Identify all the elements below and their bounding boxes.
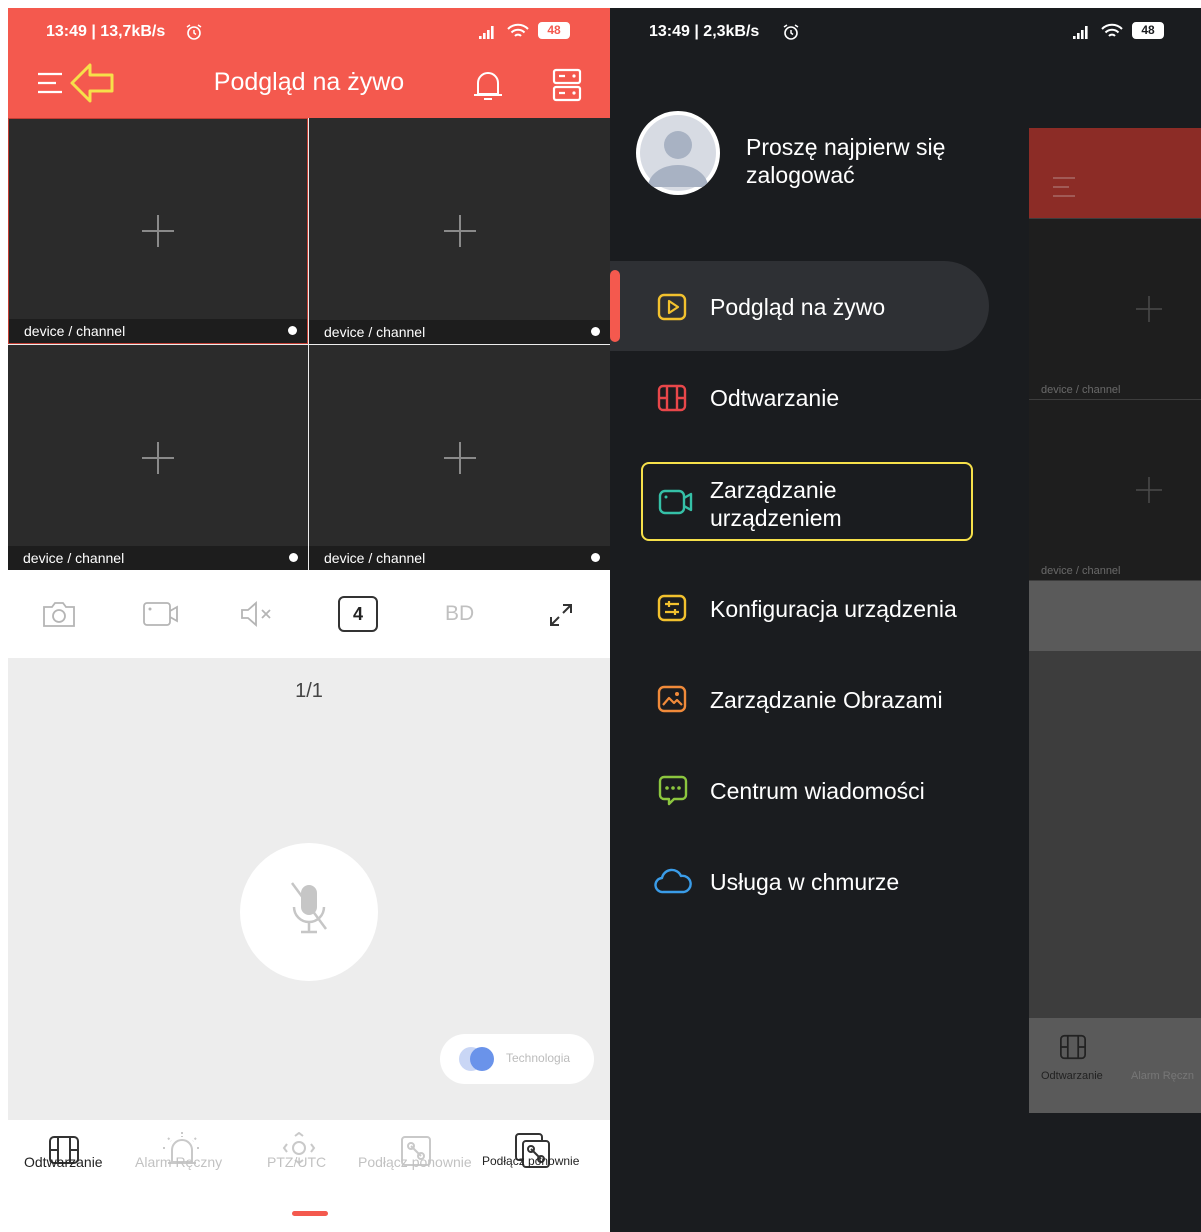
battery-indicator: 48	[538, 22, 570, 39]
menu-label: Konfiguracja urządzenia	[710, 596, 957, 622]
dimmed-cell-label: device / channel	[1041, 565, 1121, 577]
snapshot-camera-icon[interactable]	[42, 600, 76, 628]
menu-label: Zarządzanie urządzeniem	[710, 477, 842, 531]
page-title: Podgląd na żywo	[213, 68, 405, 96]
film-icon	[657, 384, 687, 412]
dimmed-cell: device / channel	[1029, 219, 1201, 399]
menu-item-playback[interactable]: Odtwarzanie	[610, 351, 989, 441]
menu-label: Podgląd na żywo	[710, 294, 886, 320]
menu-item-message-center[interactable]: Centrum wiadomości	[610, 745, 989, 835]
menu-item-image-management[interactable]: Zarządzanie Obrazami	[610, 654, 989, 744]
quality-button[interactable]: BD	[445, 602, 474, 626]
image-icon	[657, 685, 687, 713]
dimmed-plus-icon	[1136, 477, 1162, 503]
technology-badge: Technologia	[440, 1034, 594, 1084]
fullscreen-icon[interactable]	[548, 602, 574, 628]
dimmed-cell: device / channel	[1029, 400, 1201, 580]
add-channel-icon[interactable]	[141, 214, 175, 248]
menu-label: Centrum wiadomości	[710, 778, 925, 804]
navigation-drawer-screen: device / channel device / channel Odtwar…	[610, 8, 1201, 1232]
page-indicator: 1/1	[295, 680, 323, 702]
dimmed-app-behind: device / channel device / channel Odtwar…	[1029, 128, 1201, 1113]
add-channel-icon[interactable]	[443, 441, 477, 475]
active-tab-indicator	[292, 1211, 328, 1216]
user-placeholder-icon	[640, 115, 716, 191]
signal-icon	[1072, 24, 1092, 40]
cell-label: device / channel	[23, 550, 125, 566]
menu-label: Odtwarzanie	[710, 385, 840, 411]
dimmed-film-icon	[1060, 1034, 1086, 1060]
add-channel-icon[interactable]	[443, 214, 477, 248]
nav-label-reconnect-all[interactable]: Podłącz ponownie	[482, 1154, 579, 1168]
dimmed-header	[1029, 128, 1201, 218]
login-prompt[interactable]: Proszę najpierw się zalogować	[746, 133, 1006, 189]
message-icon	[658, 775, 688, 806]
video-cell-3[interactable]: device / channel	[8, 345, 308, 570]
play-square-icon	[657, 293, 687, 321]
add-channel-icon[interactable]	[141, 441, 175, 475]
notification-bell-icon[interactable]	[470, 68, 506, 104]
menu-label: Usługa w chmurze	[710, 869, 900, 895]
record-video-icon[interactable]	[142, 601, 180, 627]
cell-label: device / channel	[324, 550, 426, 566]
nav-label-playback[interactable]: Odtwarzanie	[24, 1154, 103, 1170]
cell-label: device / channel	[324, 324, 426, 340]
wifi-icon	[506, 22, 530, 40]
dimmed-nav-label: Alarm Ręczn	[1131, 1070, 1194, 1082]
video-cell-2[interactable]: device / channel	[309, 118, 610, 344]
dimmed-toolbar	[1029, 581, 1201, 651]
nav-label-reconnect[interactable]: Podłącz ponownie	[358, 1154, 472, 1170]
mute-speaker-icon[interactable]	[240, 601, 276, 627]
mic-off-icon	[290, 882, 328, 934]
technology-label: Technologia	[506, 1051, 571, 1065]
wifi-icon	[1100, 22, 1124, 40]
dimmed-menu-icon	[1053, 177, 1075, 197]
dimmed-cell-label: device / channel	[1041, 384, 1121, 396]
device-list-icon[interactable]	[550, 66, 584, 104]
navigation-drawer: Proszę najpierw się zalogować Podgląd na…	[610, 8, 1029, 1232]
battery-indicator: 48	[1132, 22, 1164, 39]
status-dot	[289, 553, 298, 562]
status-dot	[591, 327, 600, 336]
signal-icon	[478, 24, 498, 40]
menu-item-cloud-service[interactable]: Usługa w chmurze	[610, 836, 989, 926]
status-dot	[591, 553, 600, 562]
video-cell-4[interactable]: device / channel	[309, 345, 610, 570]
dimmed-bottom-nav: Odtwarzanie Alarm Ręczn	[1029, 1018, 1201, 1113]
live-view-screen: 13:49 | 13,7kB/s 48 Podgląd na żywo devi…	[8, 8, 610, 1232]
cloud-bubble-icon	[459, 1047, 494, 1071]
menu-item-device-config[interactable]: Konfiguracja urządzenia	[610, 563, 989, 653]
split-count-button[interactable]: 4	[338, 596, 378, 632]
video-camera-icon	[658, 489, 693, 515]
dimmed-nav-label: Odtwarzanie	[1041, 1070, 1103, 1082]
menu-item-device-management[interactable]: Zarządzanie urządzeniem	[641, 462, 973, 541]
avatar[interactable]	[636, 111, 720, 195]
live-toolbar: 4 BD	[8, 570, 610, 658]
status-time-speed: 13:49 | 13,7kB/s	[46, 23, 166, 40]
video-cell-1[interactable]: device / channel	[8, 118, 308, 344]
alarm-clock-icon	[185, 23, 203, 41]
menu-label: Zarządzanie Obrazami	[710, 687, 943, 713]
app-header: 13:49 | 13,7kB/s 48 Podgląd na żywo	[8, 8, 610, 118]
cloud-icon	[654, 868, 692, 894]
dimmed-plus-icon	[1136, 296, 1162, 322]
nav-label-alarm[interactable]: Alarm Ręczny	[135, 1154, 222, 1170]
cell-label: device / channel	[24, 323, 126, 339]
menu-item-live-view[interactable]: Podgląd na żywo	[610, 261, 989, 351]
talk-button[interactable]	[240, 843, 378, 981]
nav-label-ptz[interactable]: PTZ/UTC	[267, 1154, 326, 1170]
sliders-icon	[657, 594, 687, 622]
status-dot	[288, 326, 297, 335]
